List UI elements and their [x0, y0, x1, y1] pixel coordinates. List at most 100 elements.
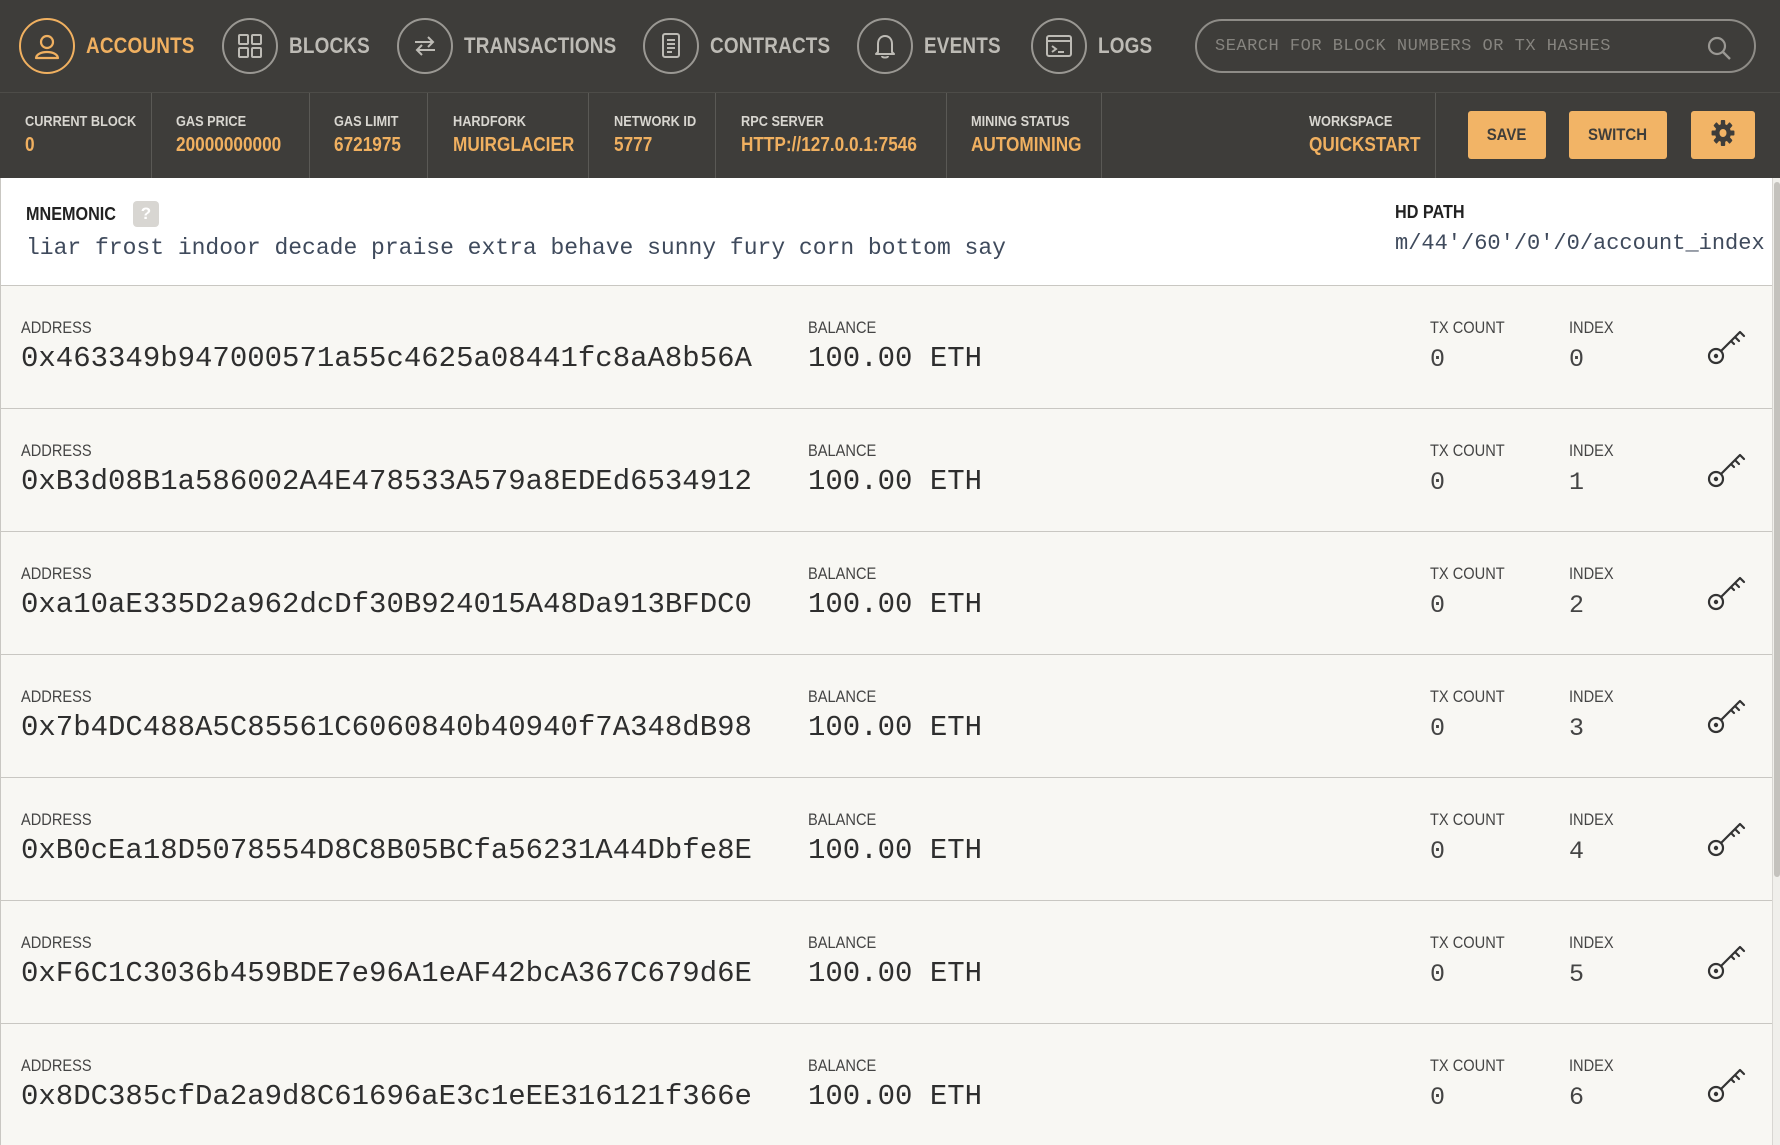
gear-icon — [1710, 118, 1736, 153]
stat-network-id-label: NETWORK ID — [614, 113, 697, 130]
account-balance: 100.00 ETH — [808, 342, 983, 375]
address-label: ADDRESS — [21, 933, 92, 952]
balance-label: BALANCE — [808, 564, 877, 583]
tx-count-label: TX COUNT — [1430, 318, 1505, 337]
stat-network-id: NETWORK ID 5777 — [589, 93, 716, 179]
tx-count-label: TX COUNT — [1430, 564, 1505, 583]
stat-gas-price: GAS PRICE 20000000000 — [152, 93, 310, 179]
account-row: ADDRESS 0xB3d08B1a586002A4E478533A579a8E… — [0, 409, 1772, 532]
stat-gas-price-label: GAS PRICE — [176, 113, 247, 130]
account-row: ADDRESS 0x463349b947000571a55c4625a08441… — [0, 286, 1772, 409]
nav-logs[interactable]: LOGS — [1031, 18, 1161, 74]
index-label: INDEX — [1569, 933, 1614, 952]
mnemonic-panel: MNEMONIC ? liar frost indoor decade prai… — [0, 178, 1772, 286]
stat-mining-status: MINING STATUS AUTOMINING — [947, 93, 1102, 179]
nav-transactions[interactable]: TRANSACTIONS — [397, 18, 641, 74]
account-tx-count: 0 — [1430, 1083, 1446, 1112]
stat-gas-limit-label: GAS LIMIT — [334, 113, 399, 130]
nav-accounts[interactable]: ACCOUNTS — [19, 18, 212, 74]
account-balance: 100.00 ETH — [808, 711, 983, 744]
balance-label: BALANCE — [808, 1056, 877, 1075]
account-index: 6 — [1569, 1083, 1585, 1112]
account-address: 0xF6C1C3036b459BDE7e96A1eAF42bcA367C679d… — [21, 957, 752, 990]
top-nav: ACCOUNTS BLOCKS TRANSACTIONS CONTRACTS E… — [0, 0, 1780, 92]
stat-gas-limit-value: 6721975 — [334, 134, 401, 156]
account-address: 0x7b4DC488A5C85561C6060840b40940f7A348dB… — [21, 711, 752, 744]
account-address: 0xa10aE335D2a962dcDf30B924015A48Da913BFD… — [21, 588, 752, 621]
address-label: ADDRESS — [21, 810, 92, 829]
stat-mining-status-label: MINING STATUS — [971, 113, 1070, 130]
document-icon — [643, 18, 699, 74]
account-address: 0x463349b947000571a55c4625a08441fc8aA8b5… — [21, 342, 752, 375]
key-icon[interactable] — [1704, 570, 1748, 619]
stat-rpc-server-label: RPC SERVER — [741, 113, 824, 130]
address-label: ADDRESS — [21, 687, 92, 706]
account-index: 0 — [1569, 345, 1585, 374]
account-address: 0xB0cEa18D5078554D8C8B05BCfa56231A44Dbfe… — [21, 834, 752, 867]
tx-count-label: TX COUNT — [1430, 687, 1505, 706]
blocks-grid-icon — [222, 18, 278, 74]
switch-button[interactable]: SWITCH — [1569, 111, 1667, 159]
account-balance: 100.00 ETH — [808, 588, 983, 621]
mnemonic-phrase: liar frost indoor decade praise extra be… — [26, 235, 1006, 261]
account-address: 0xB3d08B1a586002A4E478533A579a8EDEd65349… — [21, 465, 752, 498]
balance-label: BALANCE — [808, 810, 877, 829]
account-tx-count: 0 — [1430, 960, 1446, 989]
user-icon — [19, 18, 75, 74]
stat-rpc-server-value: HTTP://127.0.0.1:7546 — [741, 134, 917, 156]
swap-arrows-icon — [397, 18, 453, 74]
index-label: INDEX — [1569, 318, 1614, 337]
address-label: ADDRESS — [21, 318, 92, 337]
scrollbar-thumb[interactable] — [1774, 182, 1780, 877]
key-icon[interactable] — [1704, 447, 1748, 496]
account-balance: 100.00 ETH — [808, 1080, 983, 1113]
scrollbar[interactable] — [1772, 178, 1780, 1145]
search-icon[interactable] — [1706, 35, 1732, 66]
account-index: 3 — [1569, 714, 1585, 743]
address-label: ADDRESS — [21, 564, 92, 583]
index-label: INDEX — [1569, 1056, 1614, 1075]
nav-contracts[interactable]: CONTRACTS — [643, 18, 850, 74]
key-icon[interactable] — [1704, 939, 1748, 988]
account-address: 0x8DC385cfDa2a9d8C61696aE3c1eEE316121f36… — [21, 1080, 752, 1113]
index-label: INDEX — [1569, 564, 1614, 583]
key-icon[interactable] — [1704, 1062, 1748, 1111]
search-input[interactable] — [1215, 36, 1695, 56]
help-icon[interactable]: ? — [133, 201, 159, 227]
nav-contracts-label: CONTRACTS — [710, 33, 831, 58]
save-button[interactable]: SAVE — [1468, 111, 1546, 159]
nav-transactions-label: TRANSACTIONS — [464, 33, 617, 58]
account-tx-count: 0 — [1430, 837, 1446, 866]
tx-count-label: TX COUNT — [1430, 933, 1505, 952]
accounts-list: ADDRESS 0x463349b947000571a55c4625a08441… — [0, 286, 1772, 1145]
tx-count-label: TX COUNT — [1430, 810, 1505, 829]
address-label: ADDRESS — [21, 1056, 92, 1075]
stat-workspace: WORKSPACE QUICKSTART — [1284, 93, 1436, 179]
nav-events[interactable]: EVENTS — [857, 18, 1013, 74]
balance-label: BALANCE — [808, 687, 877, 706]
search-bar[interactable] — [1195, 19, 1756, 73]
stat-mining-status-value: AUTOMINING — [971, 134, 1082, 156]
account-balance: 100.00 ETH — [808, 957, 983, 990]
settings-button[interactable] — [1691, 111, 1755, 159]
account-row: ADDRESS 0x7b4DC488A5C85561C6060840b40940… — [0, 655, 1772, 778]
index-label: INDEX — [1569, 687, 1614, 706]
stat-current-block-label: CURRENT BLOCK — [25, 113, 137, 130]
account-tx-count: 0 — [1430, 345, 1446, 374]
account-index: 5 — [1569, 960, 1585, 989]
account-balance: 100.00 ETH — [808, 834, 983, 867]
stat-hardfork-value: MUIRGLACIER — [453, 134, 575, 156]
switch-button-label: SWITCH — [1588, 125, 1648, 144]
key-icon[interactable] — [1704, 324, 1748, 373]
stat-hardfork: HARDFORK MUIRGLACIER — [428, 93, 589, 179]
key-icon[interactable] — [1704, 816, 1748, 865]
nav-events-label: EVENTS — [924, 33, 1001, 58]
balance-label: BALANCE — [808, 441, 877, 460]
nav-blocks[interactable]: BLOCKS — [222, 18, 383, 74]
mnemonic-title: MNEMONIC — [26, 204, 116, 224]
stat-hardfork-label: HARDFORK — [453, 113, 526, 130]
key-icon[interactable] — [1704, 693, 1748, 742]
account-balance: 100.00 ETH — [808, 465, 983, 498]
stat-rpc-server: RPC SERVER HTTP://127.0.0.1:7546 — [716, 93, 947, 179]
account-tx-count: 0 — [1430, 591, 1446, 620]
